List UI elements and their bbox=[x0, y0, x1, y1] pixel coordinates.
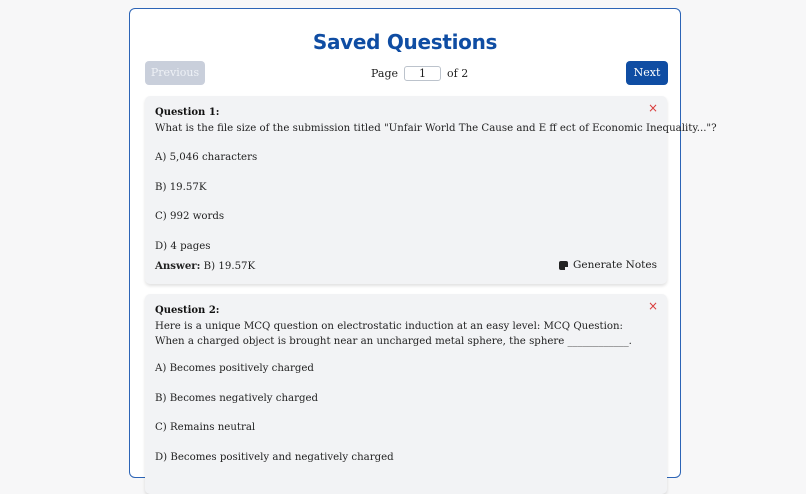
option-a: A) Becomes positively charged bbox=[155, 363, 314, 374]
option-b: B) Becomes negatively charged bbox=[155, 393, 319, 404]
question-text: Here is a unique MCQ question on electro… bbox=[155, 321, 632, 347]
option-a: A) 5,046 characters bbox=[155, 152, 258, 163]
question-card: × Question 2: Here is a unique MCQ quest… bbox=[145, 294, 667, 494]
generate-notes-button[interactable]: Generate Notes bbox=[559, 259, 657, 271]
page-prefix-label: Page bbox=[371, 66, 399, 80]
answer-label: Answer: bbox=[155, 260, 201, 272]
option-d: D) 4 pages bbox=[155, 241, 211, 252]
answer-value: B) 19.57K bbox=[200, 261, 256, 272]
question-card: × Question 1: What is the file size of t… bbox=[145, 96, 717, 284]
option-c: C) Remains neutral bbox=[155, 422, 256, 433]
next-button[interactable]: Next bbox=[626, 61, 668, 85]
option-b: B) 19.57K bbox=[155, 182, 207, 193]
option-c: C) 992 words bbox=[155, 211, 225, 222]
generate-notes-label: Generate Notes bbox=[573, 259, 657, 271]
answer-line: Answer: B) 19.57K bbox=[155, 260, 255, 272]
question-label: Question 1: bbox=[155, 107, 220, 118]
page-number-input[interactable] bbox=[404, 65, 442, 81]
previous-button[interactable]: Previous bbox=[145, 61, 205, 85]
question-label: Question 2: bbox=[155, 305, 220, 316]
question-text: What is the file size of the submission … bbox=[155, 123, 717, 134]
page-title: Saved Questions bbox=[312, 30, 498, 54]
page-total-label: of 2 bbox=[447, 66, 469, 80]
option-d: D) Becomes positively and negatively cha… bbox=[155, 452, 394, 463]
note-icon bbox=[559, 260, 569, 270]
close-icon[interactable]: × bbox=[648, 300, 658, 312]
page-indicator: Page of 2 bbox=[371, 65, 468, 81]
close-icon[interactable]: × bbox=[648, 102, 658, 114]
saved-questions-panel: Saved Questions Previous Page of 2 Next … bbox=[129, 8, 717, 494]
